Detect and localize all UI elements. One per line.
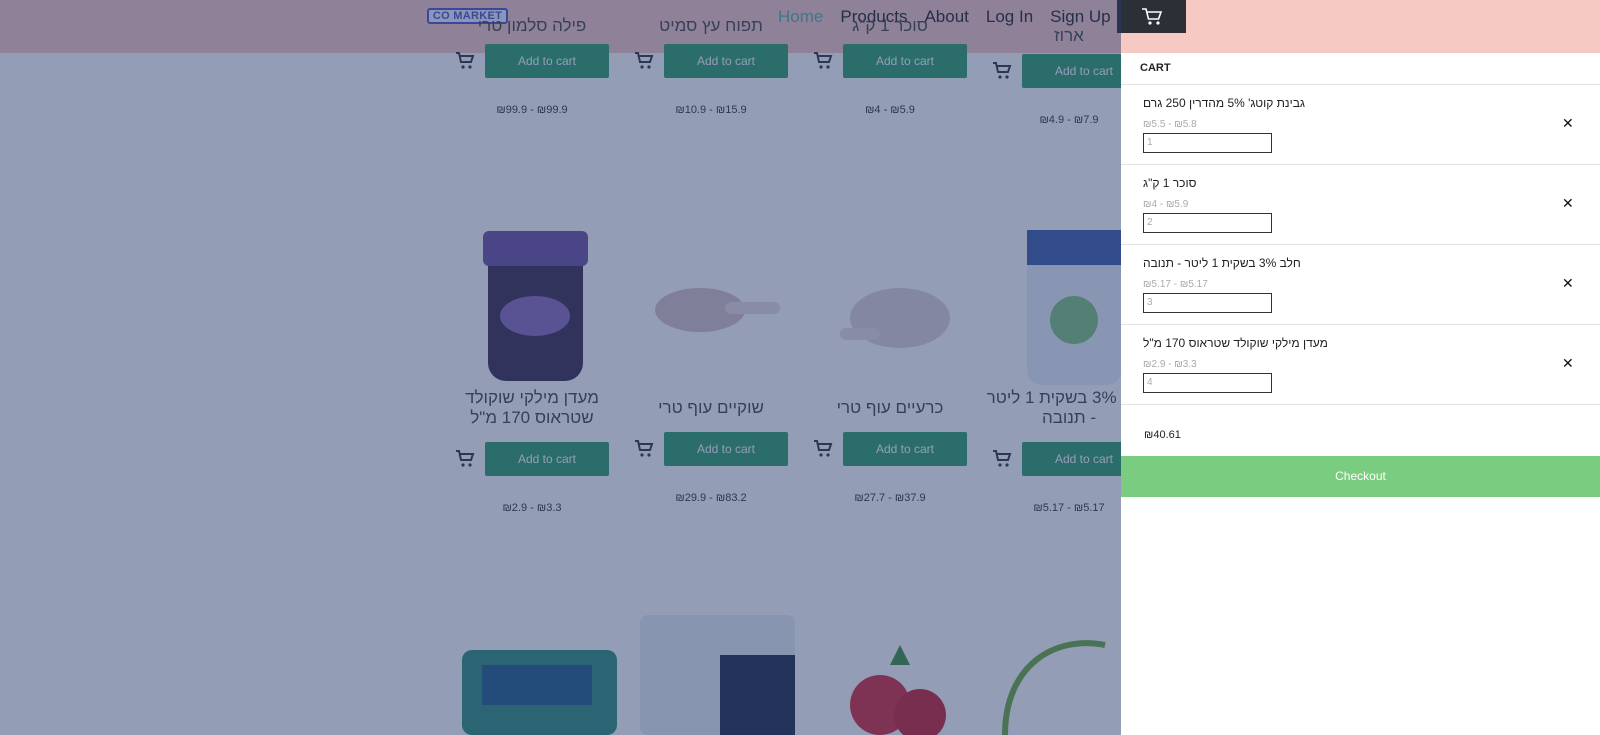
remove-icon[interactable]: ✕ [1562,195,1574,212]
cart-icon [1141,7,1162,25]
cart-item-price: ₪5.17 - ₪5.17 [1143,279,1208,290]
cart-item-price: ₪2.9 - ₪3.3 [1143,359,1197,370]
cart-item: סוכר 1 ק"ג ₪4 - ₪5.9 2 ✕ [1121,165,1600,245]
quantity-input[interactable]: 2 [1143,213,1272,233]
cart-item-name: חלב 3% בשקית 1 ליטר - תנובה [1143,256,1301,270]
cart-item-name: גבינת קוטג' 5% מהדרין 250 גרם [1143,96,1305,110]
quantity-input[interactable]: 3 [1143,293,1272,313]
checkout-button[interactable]: Checkout [1121,456,1600,497]
cart-item-name: סוכר 1 ק"ג [1143,176,1197,190]
quantity-input[interactable]: 1 [1143,133,1272,153]
cart-panel: CART גבינת קוטג' 5% מהדרין 250 גרם ₪5.5 … [1121,53,1600,735]
cart-item: מעדן מילקי שוקולד שטראוס 170 מ"ל ₪2.9 - … [1121,325,1600,405]
cart-item-name: מעדן מילקי שוקולד שטראוס 170 מ"ל [1143,336,1328,350]
remove-icon[interactable]: ✕ [1562,275,1574,292]
remove-icon[interactable]: ✕ [1562,355,1574,372]
cart-total: ₪40.61 [1144,429,1181,441]
cart-title: CART [1140,62,1171,74]
cart-item-price: ₪5.5 - ₪5.8 [1143,119,1197,130]
cart-item: גבינת קוטג' 5% מהדרין 250 גרם ₪5.5 - ₪5.… [1121,85,1600,165]
quantity-input[interactable]: 4 [1143,373,1272,393]
modal-backdrop[interactable] [0,0,1121,735]
cart-item-price: ₪4 - ₪5.9 [1143,199,1189,210]
remove-icon[interactable]: ✕ [1562,115,1574,132]
cart-item: חלב 3% בשקית 1 ליטר - תנובה ₪5.17 - ₪5.1… [1121,245,1600,325]
